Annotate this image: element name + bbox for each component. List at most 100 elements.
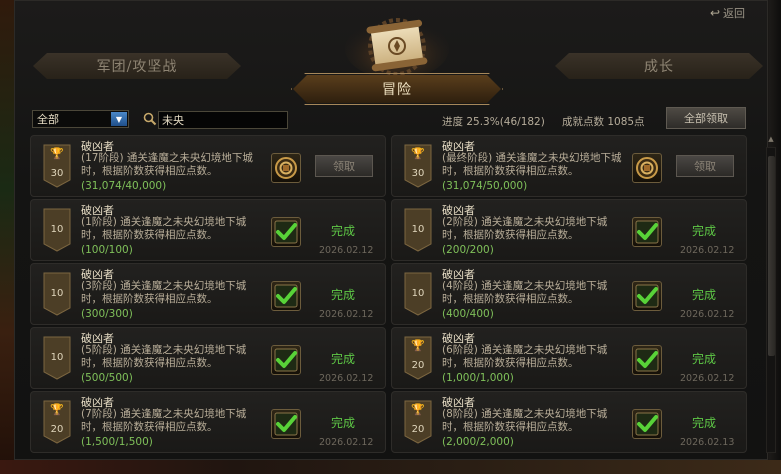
achievement-points: 成就点数 1085点 [562,116,645,128]
completion-date: 2026.02.12 [319,309,374,320]
reward-item-slot[interactable] [632,409,662,439]
achievement-description: (3阶段) 通关逢魔之未央幻境地下城时，根据阶数获得相应点数。 [81,280,247,305]
reward-item-slot[interactable] [632,345,662,375]
green-check-icon [635,220,659,244]
trophy-icon: 🏆 [50,147,64,160]
category-select[interactable]: 全部 ▼ [32,110,129,128]
claim-button[interactable]: 领取 [315,155,373,177]
achievement-panel: ↩ 返回 军团/攻坚战 冒险 成长 全部 ▼ 未央 进度 25.3%(46/18… [14,0,776,460]
magnifier-icon [143,112,157,126]
scroll-up-arrow-icon[interactable]: ▲ [766,135,776,146]
points-badge: 🏆 30 [404,144,432,188]
achievement-card: 10 破凶者 (3阶段) 通关逢魔之未央幻境地下城时，根据阶数获得相应点数。 (300… [30,263,386,325]
achievement-card: 🏆 20 破凶者 (7阶段) 通关逢魔之未央幻境地下城时，根据阶数获得相应点数。 (1,… [30,391,386,453]
achievement-description: (4阶段) 通关逢魔之未央幻境地下城时，根据阶数获得相应点数。 [442,280,608,305]
completed-label: 完成 [331,224,356,238]
tab-legion-label: 军团/攻坚战 [96,59,178,75]
badge-points: 30 [50,168,64,179]
achievement-description: (8阶段) 通关逢魔之未央幻境地下城时，根据阶数获得相应点数。 [442,408,608,433]
achievement-description: (6阶段) 通关逢魔之未央幻境地下城时，根据阶数获得相应点数。 [442,344,608,369]
green-check-icon [274,284,298,308]
achievement-description: (5阶段) 通关逢魔之未央幻境地下城时，根据阶数获得相应点数。 [81,344,247,369]
back-label: 返回 [723,7,745,20]
badge-points: 10 [50,224,64,235]
green-check-icon [274,220,298,244]
completion-date: 2026.02.12 [680,373,735,384]
back-button[interactable]: ↩ 返回 [710,5,745,21]
achievement-progress: (200/200) [442,244,494,256]
claim-button[interactable]: 领取 [676,155,734,177]
achievement-card: 10 破凶者 (4阶段) 通关逢魔之未央幻境地下城时，根据阶数获得相应点数。 (400… [391,263,747,325]
points-badge: 🏆 20 [404,336,432,380]
achievement-progress: (31,074/40,000) [81,180,167,192]
achievement-card: 🏆 20 破凶者 (8阶段) 通关逢魔之未央幻境地下城时，根据阶数获得相应点数。 (2,… [391,391,747,453]
trophy-icon: 🏆 [411,339,425,352]
achievement-progress: (400/400) [442,308,494,320]
reward-item-slot[interactable] [632,281,662,311]
achievement-card: 10 破凶者 (2阶段) 通关逢魔之未央幻境地下城时，根据阶数获得相应点数。 (200… [391,199,747,261]
tab-adventure[interactable]: 冒险 [293,75,501,103]
badge-points: 10 [50,352,64,363]
green-check-icon [274,412,298,436]
reward-item-slot[interactable] [632,153,662,183]
scrollbar[interactable] [766,147,776,453]
points-badge: 🏆 30 [43,144,71,188]
achievement-description: (2阶段) 通关逢魔之未央幻境地下城时，根据阶数获得相应点数。 [442,216,608,241]
gear-medal-icon [636,157,658,179]
tab-legion[interactable]: 军团/攻坚战 [33,53,241,79]
reward-item-slot[interactable] [632,217,662,247]
scroll-emblem-icon [345,18,449,75]
completed-label: 完成 [331,288,356,302]
points-badge: 🏆 20 [404,400,432,444]
reward-item-slot[interactable] [271,217,301,247]
completed-label: 完成 [692,352,717,366]
completion-date: 2026.02.12 [319,373,374,384]
points-badge: 10 [43,336,71,380]
reward-item-slot[interactable] [271,153,301,183]
achievement-progress: (1,000/1,000) [442,372,514,384]
achievement-progress: (2,000/2,000) [442,436,514,448]
points-badge: 10 [43,272,71,316]
badge-points: 30 [411,168,425,179]
completion-date: 2026.02.12 [680,309,735,320]
dropdown-arrow-icon[interactable]: ▼ [111,112,127,126]
achievement-card: 🏆 20 破凶者 (6阶段) 通关逢魔之未央幻境地下城时，根据阶数获得相应点数。 (1,… [391,327,747,389]
reward-item-slot[interactable] [271,281,301,311]
badge-points: 10 [411,224,425,235]
achievement-progress: (300/300) [81,308,133,320]
achievement-card: 10 破凶者 (1阶段) 通关逢魔之未央幻境地下城时，根据阶数获得相应点数。 (100… [30,199,386,261]
points-badge: 10 [404,208,432,252]
search-input[interactable] [158,111,288,129]
achievement-card: 🏆 30 破凶者 (最终阶段) 通关逢魔之未央幻境地下城时，根据阶数获得相应点数。 (3… [391,135,747,197]
points-badge: 10 [404,272,432,316]
completion-date: 2026.02.12 [680,245,735,256]
achievement-card: 10 破凶者 (5阶段) 通关逢魔之未央幻境地下城时，根据阶数获得相应点数。 (500… [30,327,386,389]
completion-date: 2026.02.12 [319,245,374,256]
green-check-icon [635,348,659,372]
reward-item-slot[interactable] [271,345,301,375]
tab-growth-label: 成长 [644,59,674,75]
completed-label: 完成 [692,288,717,302]
completed-label: 完成 [331,416,356,430]
completed-label: 完成 [692,416,717,430]
achievement-progress: (100/100) [81,244,133,256]
badge-points: 20 [411,360,425,371]
achievement-card: 🏆 30 破凶者 (17阶段) 通关逢魔之未央幻境地下城时，根据阶数获得相应点数。 (3… [30,135,386,197]
achievement-description: (17阶段) 通关逢魔之未央幻境地下城时，根据阶数获得相应点数。 [81,152,253,177]
green-check-icon [635,412,659,436]
completion-date: 2026.02.12 [319,437,374,448]
achievement-description: (1阶段) 通关逢魔之未央幻境地下城时，根据阶数获得相应点数。 [81,216,247,241]
trophy-icon: 🏆 [411,403,425,416]
game-scene-left-edge [0,0,14,474]
badge-points: 20 [50,424,64,435]
achievement-progress: (31,074/50,000) [442,180,528,192]
completed-label: 完成 [331,352,356,366]
completed-label: 完成 [692,224,717,238]
completion-date: 2026.02.13 [680,437,735,448]
points-badge: 10 [43,208,71,252]
reward-item-slot[interactable] [271,409,301,439]
gear-medal-icon [275,157,297,179]
claim-all-button[interactable]: 全部领取 [666,107,746,129]
tab-growth[interactable]: 成长 [555,53,763,79]
scrollbar-thumb[interactable] [768,156,775,356]
